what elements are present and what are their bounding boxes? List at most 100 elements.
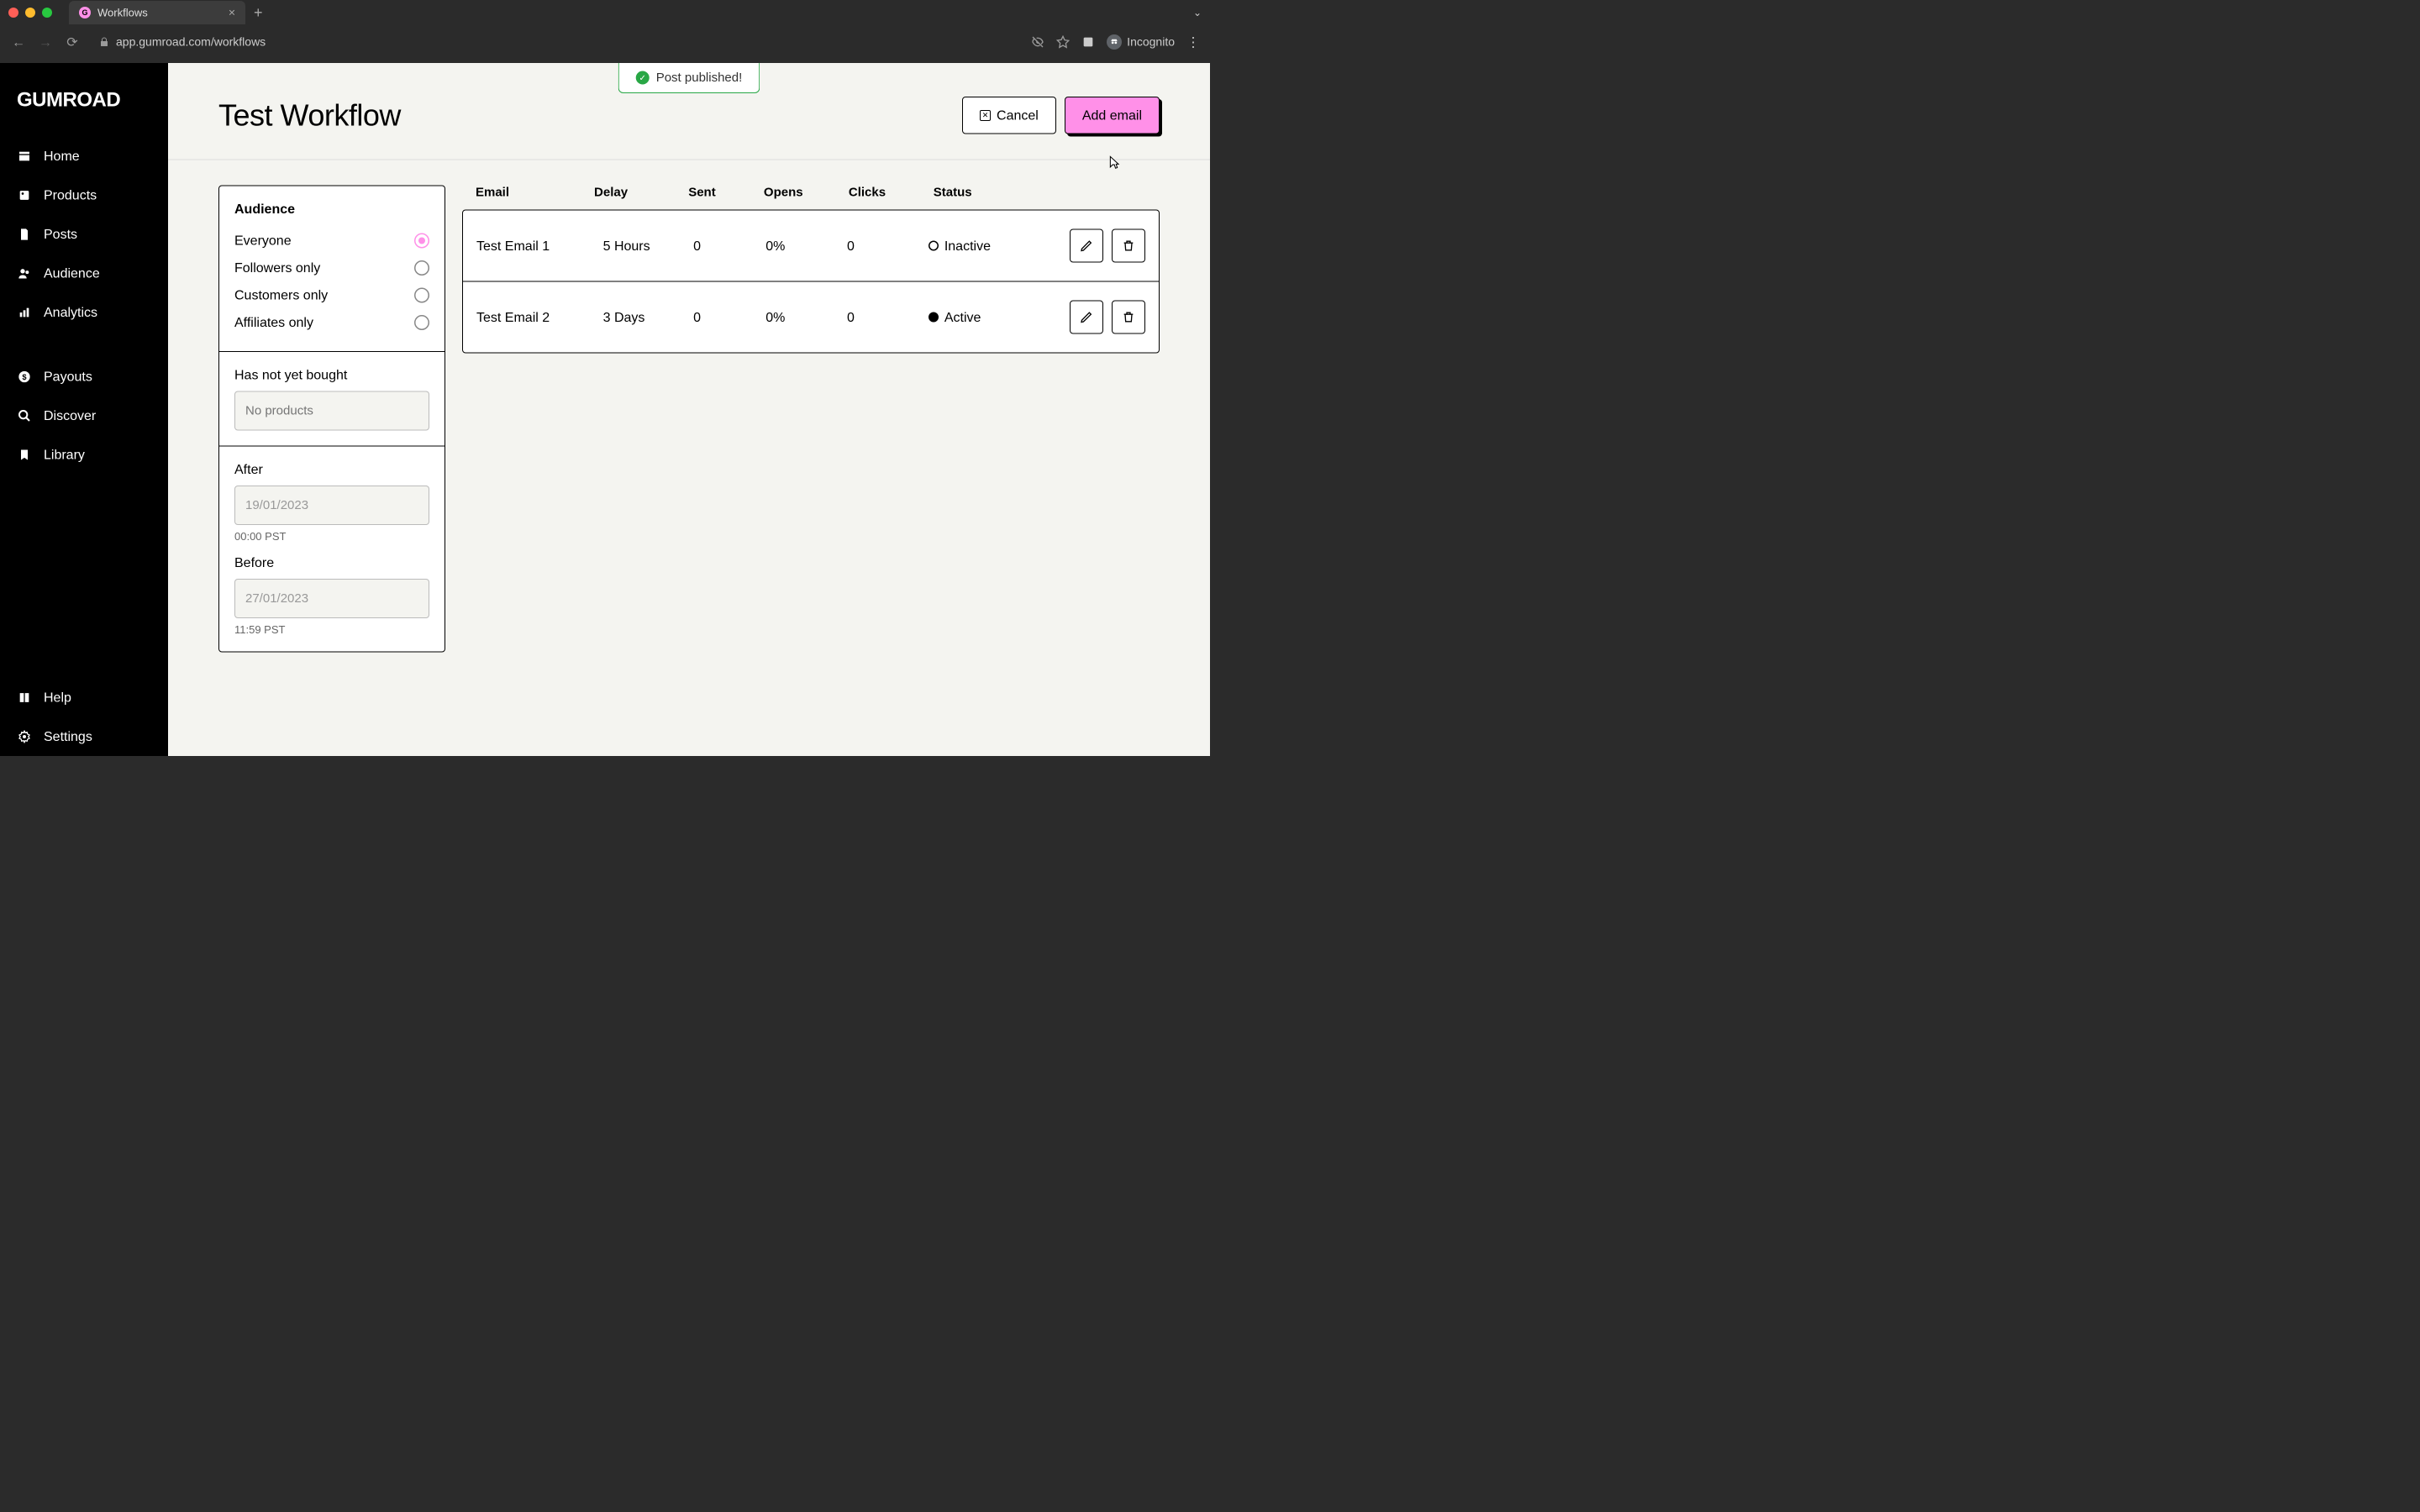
before-time-hint: 11:59 PST: [234, 623, 429, 637]
col-clicks: Clicks: [849, 186, 934, 200]
maximize-window-button[interactable]: [42, 8, 52, 18]
audience-option-affiliates[interactable]: Affiliates only: [234, 309, 429, 337]
x-icon: ✕: [980, 110, 991, 121]
tabs-dropdown-icon[interactable]: ⌄: [1193, 7, 1202, 19]
minimize-window-button[interactable]: [25, 8, 35, 18]
search-icon: [17, 408, 32, 423]
sidebar-item-label: Help: [44, 690, 71, 706]
bookmark-star-icon[interactable]: [1056, 35, 1070, 49]
home-icon: [17, 149, 32, 164]
sidebar-item-label: Discover: [44, 408, 96, 424]
option-label: Affiliates only: [234, 315, 313, 331]
sidebar-item-products[interactable]: Products: [0, 176, 168, 215]
audience-panel: Audience Everyone Followers only Custome…: [218, 186, 445, 653]
audience-option-customers[interactable]: Customers only: [234, 281, 429, 309]
option-label: Everyone: [234, 233, 292, 249]
option-label: Followers only: [234, 260, 320, 276]
sidebar-item-analytics[interactable]: Analytics: [0, 293, 168, 333]
button-label: Cancel: [997, 108, 1039, 123]
sidebar-item-discover[interactable]: Discover: [0, 396, 168, 436]
cell-sent: 0: [693, 238, 765, 254]
new-tab-button[interactable]: +: [254, 4, 263, 22]
tag-icon: [17, 187, 32, 202]
delete-button[interactable]: [1112, 229, 1145, 263]
sidebar-item-label: Home: [44, 149, 80, 165]
audience-option-everyone[interactable]: Everyone: [234, 227, 429, 255]
table-row: Test Email 1 5 Hours 0 0% 0 Inactive: [463, 211, 1159, 282]
cell-sent: 0: [693, 309, 765, 325]
status-text: Active: [944, 309, 981, 325]
sidebar-item-audience[interactable]: Audience: [0, 254, 168, 293]
close-tab-icon[interactable]: ×: [229, 6, 235, 19]
col-status: Status: [934, 186, 1047, 200]
sidebar-item-home[interactable]: Home: [0, 137, 168, 176]
col-delay: Delay: [594, 186, 688, 200]
before-date-input[interactable]: [234, 579, 429, 618]
delete-button[interactable]: [1112, 301, 1145, 334]
radio-icon: [414, 315, 429, 330]
menu-icon[interactable]: ⋮: [1186, 34, 1200, 50]
audience-option-followers[interactable]: Followers only: [234, 255, 429, 282]
col-email: Email: [462, 186, 594, 200]
sidebar: GUMROAD Home Products Posts Audience Ana…: [0, 63, 168, 756]
incognito-label: Incognito: [1127, 35, 1175, 49]
radio-icon: [414, 287, 429, 302]
url-text: app.gumroad.com/workflows: [116, 35, 266, 49]
cell-clicks: 0: [847, 309, 929, 325]
favicon-icon: G: [79, 7, 91, 18]
audience-title: Audience: [234, 202, 429, 218]
cell-status: Active: [929, 309, 1037, 325]
forward-button[interactable]: →: [37, 34, 54, 50]
status-dot-icon: [929, 312, 939, 323]
sidebar-item-label: Audience: [44, 265, 100, 281]
main-content: ✓ Post published! Test Workflow ✕ Cancel…: [168, 63, 1210, 756]
eye-off-icon[interactable]: [1031, 35, 1044, 49]
sidebar-item-label: Products: [44, 187, 97, 203]
chart-icon: [17, 305, 32, 320]
sidebar-item-settings[interactable]: Settings: [0, 717, 168, 757]
browser-tab[interactable]: G Workflows ×: [69, 1, 245, 24]
before-label: Before: [234, 555, 429, 571]
sidebar-item-label: Posts: [44, 227, 77, 243]
edit-button[interactable]: [1070, 301, 1103, 334]
sidebar-item-payouts[interactable]: $ Payouts: [0, 357, 168, 396]
browser-chrome: G Workflows × + ⌄ ← → ⟳ app.gumroad.com/…: [0, 0, 1210, 63]
sidebar-item-label: Settings: [44, 729, 92, 745]
reload-button[interactable]: ⟳: [64, 34, 81, 50]
url-field[interactable]: app.gumroad.com/workflows: [91, 35, 1021, 49]
option-label: Customers only: [234, 287, 328, 303]
sidebar-item-label: Library: [44, 447, 85, 463]
after-date-input[interactable]: [234, 486, 429, 525]
status-text: Inactive: [944, 238, 991, 254]
cell-email: Test Email 1: [476, 238, 603, 254]
add-email-button[interactable]: Add email: [1065, 97, 1160, 134]
logo[interactable]: GUMROAD: [0, 80, 168, 137]
cell-clicks: 0: [847, 238, 929, 254]
emails-table: Email Delay Sent Opens Clicks Status Tes…: [462, 186, 1160, 653]
cell-opens: 0%: [765, 309, 847, 325]
has-not-bought-input[interactable]: [234, 391, 429, 431]
back-button[interactable]: ←: [10, 34, 27, 50]
lock-icon: [99, 37, 109, 47]
bookmark-icon: [17, 447, 32, 462]
page-title: Test Workflow: [218, 98, 401, 133]
sidebar-item-label: Analytics: [44, 305, 97, 321]
sidebar-item-label: Payouts: [44, 369, 92, 385]
incognito-badge[interactable]: Incognito: [1107, 34, 1175, 50]
table-header: Email Delay Sent Opens Clicks Status: [462, 186, 1160, 210]
cell-delay: 5 Hours: [603, 238, 694, 254]
sidebar-item-library[interactable]: Library: [0, 435, 168, 475]
after-label: After: [234, 462, 429, 478]
sidebar-item-help[interactable]: Help: [0, 678, 168, 717]
extensions-icon[interactable]: [1081, 35, 1095, 49]
cell-delay: 3 Days: [603, 309, 694, 325]
close-window-button[interactable]: [8, 8, 18, 18]
sidebar-item-posts[interactable]: Posts: [0, 215, 168, 255]
edit-button[interactable]: [1070, 229, 1103, 263]
cell-email: Test Email 2: [476, 309, 603, 325]
radio-icon: [414, 233, 429, 248]
cancel-button[interactable]: ✕ Cancel: [962, 97, 1056, 134]
status-dot-icon: [929, 241, 939, 251]
check-icon: ✓: [636, 71, 650, 85]
toast-message: Post published!: [656, 71, 743, 85]
